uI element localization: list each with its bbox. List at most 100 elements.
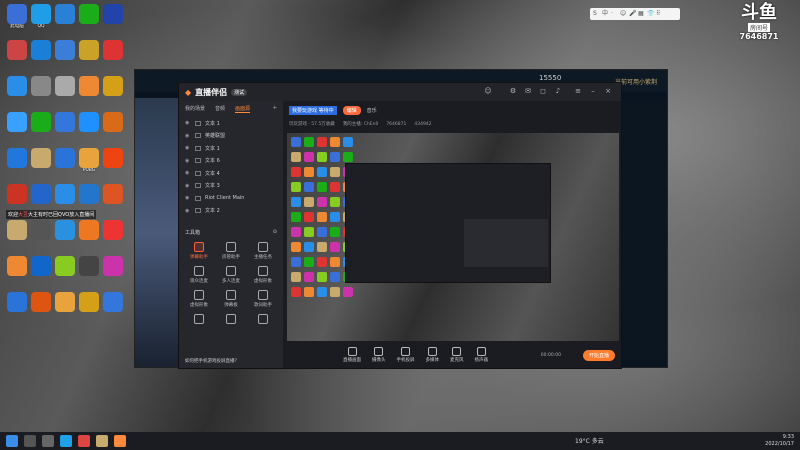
desktop-icon[interactable] [4, 184, 30, 204]
add-source-icon[interactable]: + [273, 105, 277, 113]
live-companion-window[interactable]: ◆ 直播伴侣 测试 ☺ ⚙ ✉ ◻ ♪ ≡ – × 我的场景 音频 画面源 + … [178, 82, 622, 369]
eye-icon[interactable]: ◉ [185, 158, 191, 164]
system-clock[interactable]: 9:33 2022/10/17 [765, 434, 794, 448]
desktop-icon[interactable] [52, 148, 78, 168]
source-item[interactable]: ◉ 文本 3 [179, 180, 283, 193]
desktop-icon[interactable] [4, 40, 30, 60]
bottom-tool-button[interactable]: 手机投屏 [397, 347, 415, 363]
tool-item[interactable]: 多人连麦 [215, 266, 247, 284]
close-icon[interactable]: × [604, 87, 612, 95]
desktop-icon[interactable] [52, 112, 78, 132]
desktop-icon[interactable]: 此电脑 [4, 4, 30, 30]
app-icon-2[interactable] [114, 435, 126, 447]
source-item[interactable]: ◉ 文本 6 [179, 155, 283, 168]
ime-tool-icon[interactable]: ☺ [620, 11, 626, 17]
desktop-icon[interactable] [52, 220, 78, 240]
desktop-icon[interactable] [100, 184, 126, 204]
bottom-tool-button[interactable]: 直播画面 [343, 347, 361, 363]
desktop-icon[interactable] [52, 292, 78, 312]
edit-button[interactable]: 编辑 [342, 105, 361, 115]
message-icon[interactable]: ✉ [524, 87, 532, 95]
desktop-icon[interactable] [52, 184, 78, 204]
desktop-icon[interactable] [4, 76, 30, 96]
go-live-button[interactable]: 开始直播 [582, 350, 615, 361]
tool-item[interactable]: 弹幕助手 [183, 242, 215, 260]
ime-tool-icon[interactable]: ⠿ [656, 11, 662, 17]
bottom-tool-button[interactable]: 摄像头 [372, 347, 386, 363]
source-item[interactable]: ◉ 英雄联盟 [179, 130, 283, 143]
desktop-icon[interactable] [28, 220, 54, 240]
desktop-icon[interactable] [28, 76, 54, 96]
ime-tool-icon[interactable]: ▦ [638, 11, 644, 17]
tool-item[interactable]: 虚拟形象 [247, 266, 279, 284]
source-item[interactable]: ◉ 文本 2 [179, 205, 283, 218]
toolbox-more-icon[interactable]: ⊙ [273, 229, 277, 236]
desktop-icon[interactable] [4, 112, 30, 132]
desktop-icon[interactable] [28, 148, 54, 168]
tool-item[interactable] [247, 314, 279, 326]
source-item[interactable]: ◉ 文本 4 [179, 167, 283, 180]
tab-sources[interactable]: 画面源 [235, 105, 251, 113]
tool-item[interactable]: 虚拟形象 [183, 290, 215, 308]
desktop-icon[interactable] [76, 184, 102, 204]
ime-tool-icon[interactable]: 👕 [647, 11, 654, 17]
tool-item[interactable]: 弹幕板 [215, 290, 247, 308]
eye-icon[interactable]: ◉ [185, 120, 191, 126]
desktop-icon[interactable] [52, 4, 78, 24]
source-item[interactable]: ◉ 文本 1 [179, 142, 283, 155]
eye-icon[interactable]: ◉ [185, 183, 191, 189]
desktop-icon[interactable] [100, 4, 126, 24]
chrome-icon[interactable] [78, 435, 90, 447]
start-icon[interactable] [6, 435, 18, 447]
desktop-icon[interactable] [76, 40, 102, 60]
desktop-icon[interactable] [4, 220, 30, 240]
eye-icon[interactable]: ◉ [185, 195, 191, 201]
bottom-tool-button[interactable]: 扬声器 [475, 347, 488, 363]
room-title-input[interactable]: 我要玩游戏 等待中 [289, 105, 337, 115]
eye-icon[interactable]: ◉ [185, 170, 191, 176]
tool-item[interactable]: 观众连麦 [183, 266, 215, 284]
desktop-icon[interactable] [28, 40, 54, 60]
desktop-icon[interactable] [100, 292, 126, 312]
desktop-icon[interactable] [100, 148, 126, 168]
app-icon-1[interactable] [96, 435, 108, 447]
desktop-icon[interactable]: QQ [28, 4, 54, 30]
desktop-icon[interactable] [52, 256, 78, 276]
source-item[interactable]: ◉ 文本 1 [179, 117, 283, 130]
desktop-icon[interactable] [76, 112, 102, 132]
settings-icon[interactable]: ⚙ [509, 87, 517, 95]
avatar-icon[interactable]: ☺ [484, 87, 492, 95]
weather-widget[interactable]: 19°C 多云 [575, 436, 604, 445]
desktop-icon[interactable] [52, 40, 78, 60]
tool-item[interactable]: 歌词助手 [247, 290, 279, 308]
bell-icon[interactable]: ♪ [554, 87, 562, 95]
desktop-icon[interactable] [28, 256, 54, 276]
minimize-icon[interactable]: – [589, 87, 597, 95]
ime-tool-icon[interactable]: 中 [602, 11, 608, 17]
desktop-icon[interactable] [4, 148, 30, 168]
ime-toolbar[interactable]: S 中 · ☺ 🎤 ▦ 👕 ⠿ [590, 8, 680, 20]
desktop-icon[interactable] [4, 292, 30, 312]
eye-icon[interactable]: ◉ [185, 145, 191, 151]
ime-tool-icon[interactable]: · [611, 11, 617, 17]
tool-item[interactable] [215, 314, 247, 326]
bottom-tool-button[interactable]: 多媒体 [426, 347, 439, 363]
tab-scenes[interactable]: 我的场景 [185, 105, 205, 113]
eye-icon[interactable]: ◉ [185, 133, 191, 139]
ime-tool-icon[interactable]: S [593, 11, 599, 17]
desktop-icon[interactable] [28, 184, 54, 204]
desktop-icon[interactable] [76, 76, 102, 96]
search-icon[interactable] [24, 435, 36, 447]
stream-preview[interactable] [287, 133, 619, 341]
gift-icon[interactable]: ◻ [539, 87, 547, 95]
tab-audio[interactable]: 音频 [215, 105, 225, 113]
desktop-icon[interactable] [76, 220, 102, 240]
category-label[interactable]: 音乐 [367, 107, 377, 114]
desktop-icon[interactable] [100, 112, 126, 132]
source-item[interactable]: ◉ Riot Client Main [179, 192, 283, 205]
desktop-icon[interactable] [100, 256, 126, 276]
bottom-tool-button[interactable]: 麦克风 [450, 347, 464, 363]
task-view-icon[interactable] [42, 435, 54, 447]
eye-icon[interactable]: ◉ [185, 208, 191, 214]
desktop-icon[interactable] [4, 256, 30, 276]
